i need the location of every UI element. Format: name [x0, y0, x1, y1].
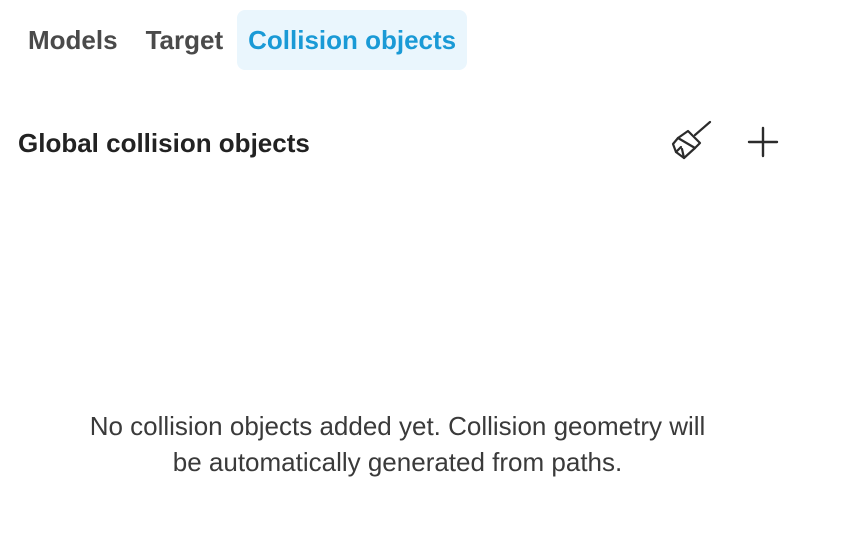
clear-collision-objects-button[interactable] [668, 118, 716, 166]
plus-icon [747, 126, 779, 158]
global-collision-objects-header: Global collision objects [18, 118, 798, 170]
tab-models[interactable]: Models [14, 10, 132, 70]
tab-target-label: Target [145, 24, 224, 55]
add-collision-object-button[interactable] [739, 118, 787, 166]
broom-icon [671, 120, 712, 160]
tab-models-label: Models [28, 24, 118, 55]
tab-collision-objects-label: Collision objects [248, 24, 457, 55]
tab-bar: Models Target Collision objects [14, 10, 468, 70]
empty-state-line-2: be automatically generated from paths. [172, 447, 623, 477]
section-title: Global collision objects [18, 128, 310, 158]
tab-target[interactable]: Target [132, 10, 238, 70]
tab-collision-objects[interactable]: Collision objects [237, 10, 468, 70]
empty-state-message: No collision objects added yet. Collisio… [0, 408, 795, 480]
empty-state-line-1: No collision objects added yet. Collisio… [89, 411, 706, 441]
